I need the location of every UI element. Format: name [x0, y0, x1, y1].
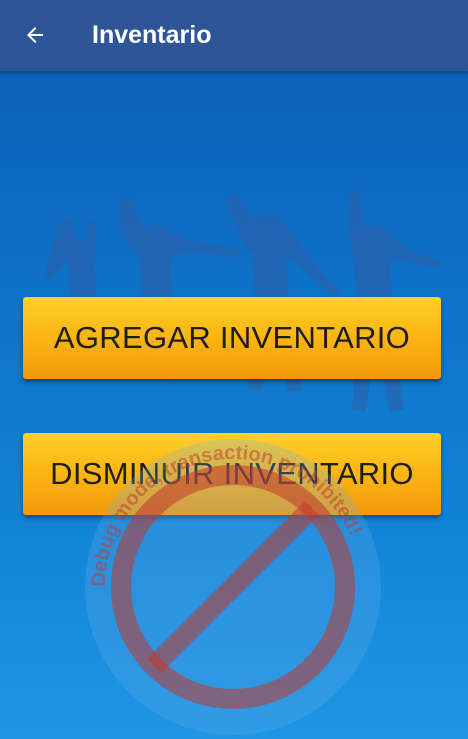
inventory-screen: Inventario AGREGAR INVENTARIO DISMINUIR …	[0, 0, 468, 739]
back-button[interactable]	[18, 18, 52, 52]
app-bar: Inventario	[0, 0, 468, 71]
decrease-inventory-label: DISMINUIR INVENTARIO	[50, 456, 414, 491]
arrow-left-icon	[27, 27, 43, 43]
add-inventory-label: AGREGAR INVENTARIO	[53, 320, 411, 355]
add-inventory-button[interactable]: AGREGAR INVENTARIO	[23, 297, 441, 379]
decrease-inventory-button[interactable]: DISMINUIR INVENTARIO	[23, 433, 441, 515]
page-title: Inventario	[92, 21, 212, 49]
